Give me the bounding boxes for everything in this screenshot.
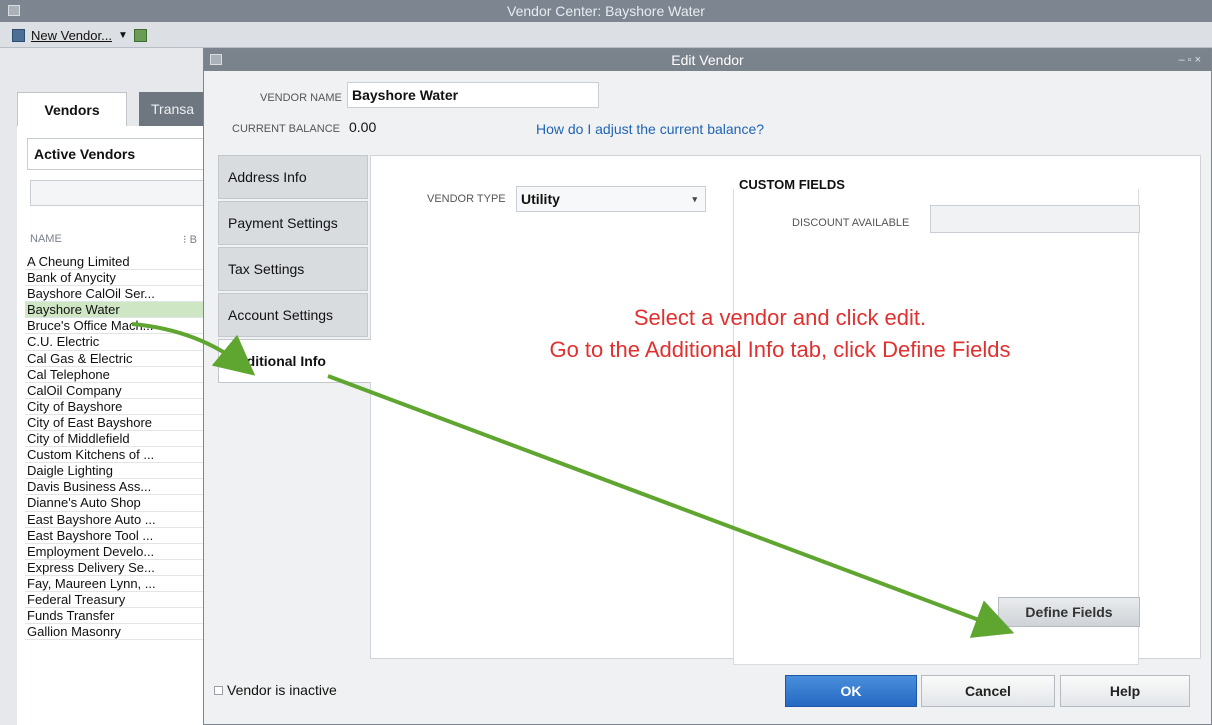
vendor-type-dropdown[interactable]: Utility ▾ (516, 186, 706, 212)
custom-fields-title: CUSTOM FIELDS (739, 177, 845, 192)
vendor-list-item[interactable]: Funds Transfer (25, 608, 205, 625)
tab-account-settings-label: Account Settings (228, 307, 334, 323)
instruction-line-2: Go to the Additional Info tab, click Def… (549, 337, 1011, 362)
vendor-list-item[interactable]: City of East Bayshore (25, 415, 205, 432)
tab-transactions[interactable]: Transa (139, 92, 209, 126)
vendor-list-item[interactable]: Express Delivery Se... (25, 560, 205, 576)
adjust-balance-link[interactable]: How do I adjust the current balance? (536, 121, 764, 137)
vendor-list-item[interactable]: Fay, Maureen Lynn, ... (25, 576, 205, 592)
define-fields-button[interactable]: Define Fields (998, 597, 1140, 627)
cancel-button[interactable]: Cancel (921, 675, 1055, 707)
dialog-menu-icon[interactable] (210, 54, 222, 65)
new-bills-icon[interactable] (133, 28, 147, 42)
tab-address-info-label: Address Info (228, 169, 307, 185)
custom-fields-box (733, 189, 1139, 665)
vendor-list-item[interactable]: Dianne's Auto Shop (25, 495, 205, 512)
vendor-list-item[interactable]: City of Bayshore (25, 399, 205, 415)
vendor-search-input[interactable] (30, 180, 205, 206)
vendor-list-item[interactable]: C.U. Electric (25, 334, 205, 351)
vendor-center-window: Vendor Center: Bayshore Water New Vendor… (0, 0, 1212, 725)
window-controls-icon[interactable]: – ▫ × (1178, 49, 1201, 71)
vendor-type-value: Utility (521, 191, 560, 207)
vendor-list-item[interactable]: Bayshore CalOil Ser... (25, 286, 205, 303)
discount-available-label: DISCOUNT AVAILABLE (792, 217, 910, 229)
column-header-balance-label: B (189, 234, 197, 246)
vendor-list-item[interactable]: Federal Treasury (25, 592, 205, 609)
tab-additional-info-label: Additional Info (228, 353, 326, 369)
tab-transactions-label: Transa (151, 101, 195, 117)
tab-payment-settings-label: Payment Settings (228, 215, 338, 231)
new-vendor-button[interactable]: New Vendor... ▼ (12, 25, 147, 45)
vendor-type-label: VENDOR TYPE (427, 193, 506, 205)
vendor-list-item[interactable]: East Bayshore Tool ... (25, 528, 205, 544)
vendor-filter-dropdown[interactable]: Active Vendors (27, 138, 205, 170)
current-balance-label: CURRENT BALANCE (232, 123, 340, 135)
vendor-list-item[interactable]: Bruce's Office Mach... (25, 318, 205, 335)
window-title: Vendor Center: Bayshore Water (507, 3, 705, 19)
tab-vendors-label: Vendors (44, 102, 100, 118)
new-vendor-label: New Vendor... (31, 27, 112, 43)
tab-address-info[interactable]: Address Info (218, 155, 368, 199)
instruction-line-1: Select a vendor and click edit. (633, 305, 927, 330)
vendor-inactive-label: Vendor is inactive (227, 682, 337, 698)
instruction-annotation: Select a vendor and click edit. Go to th… (430, 302, 1130, 366)
column-header-name[interactable]: NAME (30, 233, 62, 245)
vendor-center-toolbar: New Vendor... ▼ (0, 22, 1212, 48)
vendor-list-item[interactable]: A Cheung Limited (25, 254, 205, 271)
tab-tax-settings[interactable]: Tax Settings (218, 247, 368, 291)
vendor-list-item[interactable]: City of Middlefield (25, 431, 205, 448)
tab-tax-settings-label: Tax Settings (228, 261, 305, 277)
vendor-list-item[interactable]: Bayshore Water (25, 302, 205, 319)
vendor-list-item[interactable]: Davis Business Ass... (25, 479, 205, 496)
vendor-list-item[interactable]: Cal Gas & Electric (25, 351, 205, 367)
vendor-inactive-checkbox[interactable]: Vendor is inactive (214, 682, 337, 698)
vendor-list-item[interactable]: Cal Telephone (25, 367, 205, 383)
dialog-title: Edit Vendor (671, 52, 744, 68)
checkbox-icon[interactable] (214, 685, 223, 695)
vendor-list-item[interactable]: CalOil Company (25, 383, 205, 399)
tab-vendors[interactable]: Vendors (17, 92, 127, 126)
current-balance-value: 0.00 (349, 119, 377, 135)
tab-additional-info[interactable]: Additional Info (218, 339, 371, 383)
vendor-name-label: VENDOR NAME (260, 92, 342, 104)
tab-payment-settings[interactable]: Payment Settings (218, 201, 368, 245)
ok-button[interactable]: OK (785, 675, 917, 707)
vendor-list: A Cheung Limited Bank of Anycity Bayshore … (25, 254, 205, 641)
vendor-center-title-bar: Vendor Center: Bayshore Water (0, 0, 1212, 22)
vendor-list-item[interactable]: Custom Kitchens of ... (25, 447, 205, 464)
edit-vendor-dialog: Edit Vendor – ▫ × VENDOR NAME Bayshore W… (203, 48, 1212, 725)
vendor-list-item[interactable]: Gallion Masonry (25, 624, 205, 641)
tab-account-settings[interactable]: Account Settings (218, 293, 368, 337)
help-button[interactable]: Help (1060, 675, 1190, 707)
edit-vendor-title-bar: Edit Vendor – ▫ × (204, 49, 1211, 71)
chevron-down-icon: ▾ (692, 194, 697, 204)
column-header-balance[interactable]: ⁝ B (183, 233, 197, 246)
vendor-list-item[interactable]: Daigle Lighting (25, 463, 205, 480)
vendor-list-item[interactable]: Employment Develo... (25, 544, 205, 560)
vendor-name-field[interactable]: Bayshore Water (347, 82, 599, 108)
dropdown-arrow-icon[interactable]: ▼ (118, 30, 128, 41)
new-vendor-icon (12, 28, 25, 42)
vendor-list-item[interactable]: East Bayshore Auto ... (25, 512, 205, 528)
window-menu-icon[interactable] (8, 5, 20, 16)
discount-available-field[interactable] (930, 205, 1140, 233)
vendor-list-item[interactable]: Bank of Anycity (25, 270, 205, 287)
